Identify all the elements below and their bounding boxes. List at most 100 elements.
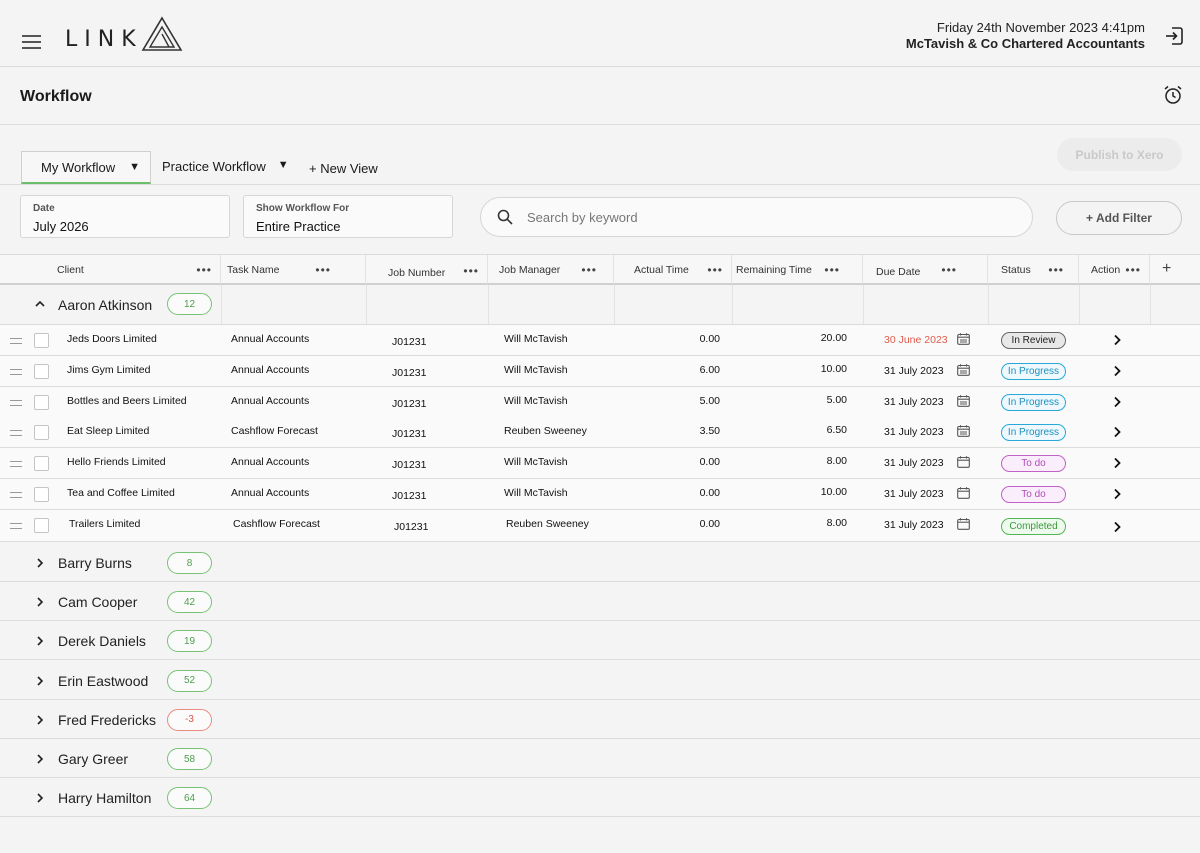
cell-client[interactable]: Jeds Doors Limited: [67, 333, 157, 345]
table-row[interactable]: Trailers Limited Cashflow Forecast J0123…: [0, 510, 1200, 542]
column-header-job-manager[interactable]: Job Manager •••: [488, 255, 614, 284]
chevron-right-icon[interactable]: [1112, 426, 1122, 438]
cell-client[interactable]: Trailers Limited: [69, 518, 140, 530]
drag-handle-icon[interactable]: [10, 400, 22, 406]
add-filter-button[interactable]: + Add Filter: [1056, 201, 1182, 235]
add-column-button[interactable]: +: [1162, 260, 1171, 278]
column-menu-icon[interactable]: •••: [1048, 263, 1064, 277]
cell-client[interactable]: Tea and Coffee Limited: [67, 487, 175, 499]
cell-client[interactable]: Hello Friends Limited: [67, 456, 166, 468]
column-menu-icon[interactable]: •••: [824, 263, 840, 277]
row-checkbox[interactable]: [34, 518, 49, 533]
drag-handle-icon[interactable]: [10, 338, 22, 344]
client-group-collapsed[interactable]: Derek Daniels 19: [0, 621, 1200, 661]
chevron-right-icon[interactable]: [1112, 457, 1122, 469]
chevron-right-icon[interactable]: [1112, 334, 1122, 346]
chevron-right-icon[interactable]: [1112, 396, 1122, 408]
chevron-right-icon[interactable]: [33, 595, 47, 609]
drag-handle-icon[interactable]: [10, 369, 22, 375]
status-badge[interactable]: In Progress: [1001, 424, 1066, 441]
tab-my-workflow-label: My Workflow: [41, 159, 116, 175]
new-view-button[interactable]: + New View: [309, 161, 378, 176]
chevron-right-icon[interactable]: [33, 556, 47, 570]
publish-to-xero-button[interactable]: Publish to Xero: [1057, 138, 1182, 171]
table-row[interactable]: Tea and Coffee Limited Annual Accounts J…: [0, 479, 1200, 510]
client-group-collapsed[interactable]: Gary Greer 58: [0, 739, 1200, 778]
column-menu-icon[interactable]: •••: [1125, 263, 1141, 277]
client-group-collapsed[interactable]: Barry Burns 8: [0, 543, 1200, 582]
cell-client[interactable]: Eat Sleep Limited: [67, 425, 149, 437]
calendar-icon[interactable]: [957, 333, 970, 345]
table-row[interactable]: Eat Sleep Limited Cashflow Forecast J012…: [0, 417, 1200, 448]
table-row[interactable]: Jims Gym Limited Annual Accounts J01231 …: [0, 356, 1200, 387]
status-badge[interactable]: In Progress: [1001, 363, 1066, 380]
tab-my-workflow[interactable]: My Workflow ▼: [21, 151, 151, 184]
column-header-client[interactable]: Client •••: [0, 255, 221, 284]
table-row[interactable]: Jeds Doors Limited Annual Accounts J0123…: [0, 325, 1200, 356]
table-row[interactable]: Hello Friends Limited Annual Accounts J0…: [0, 448, 1200, 479]
chevron-right-icon[interactable]: [33, 752, 47, 766]
column-menu-icon[interactable]: •••: [463, 264, 479, 278]
column-menu-icon[interactable]: •••: [941, 263, 957, 277]
calendar-icon[interactable]: [957, 487, 970, 499]
date-field[interactable]: Date July 2026: [20, 195, 230, 238]
column-header-due-date[interactable]: Due Date •••: [863, 255, 988, 284]
tab-practice-workflow[interactable]: Practice Workflow ▼: [162, 159, 289, 174]
row-checkbox[interactable]: [34, 333, 49, 348]
search-box[interactable]: [480, 197, 1033, 237]
column-header-status[interactable]: Status •••: [988, 255, 1079, 284]
calendar-icon[interactable]: [957, 518, 970, 530]
chevron-right-icon[interactable]: [33, 713, 47, 727]
column-menu-icon[interactable]: •••: [315, 263, 331, 277]
chevron-right-icon[interactable]: [1112, 488, 1122, 500]
chevron-up-icon[interactable]: [33, 297, 47, 311]
drag-handle-icon[interactable]: [10, 430, 22, 436]
column-menu-icon[interactable]: •••: [196, 263, 212, 277]
dropdown-caret-icon[interactable]: ▼: [129, 161, 140, 173]
search-input[interactable]: [527, 209, 1007, 225]
chevron-right-icon[interactable]: [1112, 521, 1122, 533]
drag-handle-icon[interactable]: [10, 492, 22, 498]
column-header-task-name[interactable]: Task Name •••: [221, 255, 366, 284]
status-badge[interactable]: To do: [1001, 486, 1066, 503]
cell-client[interactable]: Jims Gym Limited: [67, 364, 150, 376]
calendar-icon[interactable]: [957, 364, 970, 376]
row-checkbox[interactable]: [34, 425, 49, 440]
calendar-icon[interactable]: [957, 395, 970, 407]
chevron-right-icon[interactable]: [33, 674, 47, 688]
column-header-remaining-time[interactable]: Remaining Time •••: [732, 255, 863, 284]
row-checkbox[interactable]: [34, 364, 49, 379]
client-group-collapsed[interactable]: Erin Eastwood 52: [0, 661, 1200, 700]
column-header-actual-time[interactable]: Actual Time •••: [614, 255, 732, 284]
chevron-right-icon[interactable]: [33, 791, 47, 805]
logout-icon[interactable]: [1164, 26, 1184, 46]
table-row[interactable]: Bottles and Beers Limited Annual Account…: [0, 387, 1200, 418]
row-checkbox[interactable]: [34, 395, 49, 410]
calendar-icon[interactable]: [957, 456, 970, 468]
column-header-job-number[interactable]: Job Number •••: [366, 255, 488, 284]
column-menu-icon[interactable]: •••: [581, 263, 597, 277]
column-menu-icon[interactable]: •••: [707, 263, 723, 277]
cell-client[interactable]: Bottles and Beers Limited: [67, 395, 187, 407]
calendar-icon[interactable]: [957, 425, 970, 437]
status-badge[interactable]: To do: [1001, 455, 1066, 472]
show-workflow-for-field[interactable]: Show Workflow For Entire Practice: [243, 195, 453, 238]
row-checkbox[interactable]: [34, 487, 49, 502]
chevron-right-icon[interactable]: [33, 634, 47, 648]
alarm-clock-icon[interactable]: [1163, 85, 1183, 105]
status-badge[interactable]: In Review: [1001, 332, 1066, 349]
client-group-collapsed[interactable]: Fred Fredericks -3: [0, 700, 1200, 739]
client-group-collapsed[interactable]: Cam Cooper 42: [0, 582, 1200, 622]
client-group-collapsed[interactable]: Harry Hamilton 64: [0, 778, 1200, 818]
client-group-expanded[interactable]: Aaron Atkinson 12: [0, 285, 1200, 325]
logo[interactable]: LINK: [65, 14, 183, 54]
status-badge[interactable]: Completed: [1001, 518, 1066, 535]
hamburger-menu-icon[interactable]: [22, 35, 41, 49]
dropdown-caret-icon[interactable]: ▼: [278, 159, 289, 174]
drag-handle-icon[interactable]: [10, 523, 22, 529]
chevron-right-icon[interactable]: [1112, 365, 1122, 377]
row-checkbox[interactable]: [34, 456, 49, 471]
column-header-action[interactable]: Action •••: [1079, 255, 1150, 284]
drag-handle-icon[interactable]: [10, 461, 22, 467]
status-badge[interactable]: In Progress: [1001, 394, 1066, 411]
